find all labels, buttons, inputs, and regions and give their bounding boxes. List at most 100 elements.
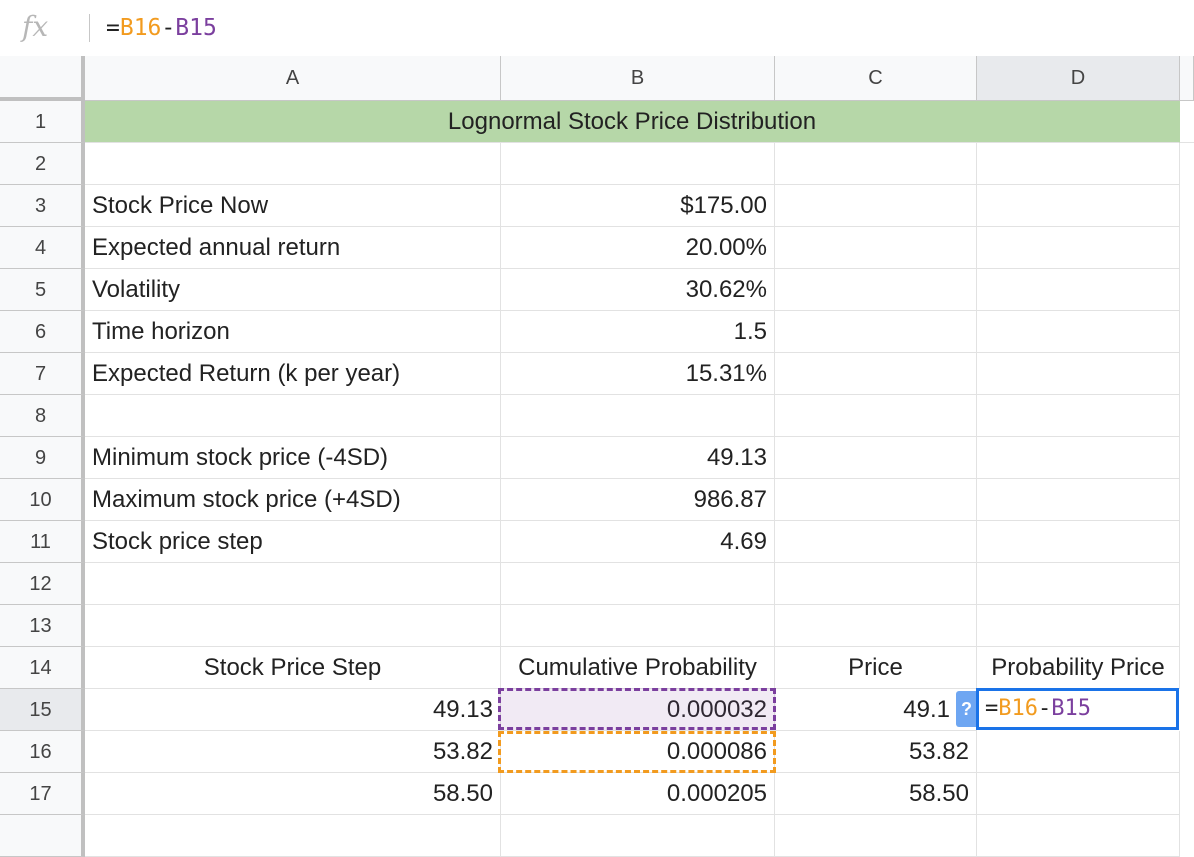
cell-c17[interactable]: 58.50 bbox=[775, 773, 977, 815]
row-header-9[interactable]: 9 bbox=[0, 437, 85, 479]
cell-a3[interactable]: Stock Price Now bbox=[85, 185, 501, 227]
formula-operator: - bbox=[161, 15, 176, 41]
header-cumulative-probability[interactable]: Cumulative Probability bbox=[501, 647, 775, 689]
cell-a8[interactable] bbox=[85, 395, 501, 437]
row-header-11[interactable]: 11 bbox=[0, 521, 85, 563]
cell-a4[interactable]: Expected annual return bbox=[85, 227, 501, 269]
cell-e1[interactable] bbox=[1180, 101, 1194, 143]
row-header-7[interactable]: 7 bbox=[0, 353, 85, 395]
cell-c12[interactable] bbox=[775, 563, 977, 605]
title-cell[interactable]: Lognormal Stock Price Distribution bbox=[85, 101, 1180, 143]
row-header-6[interactable]: 6 bbox=[0, 311, 85, 353]
editor-operator: - bbox=[1038, 696, 1052, 721]
cell-b8[interactable] bbox=[501, 395, 775, 437]
cell-a13[interactable] bbox=[85, 605, 501, 647]
cell-b18[interactable] bbox=[501, 815, 775, 857]
cell-b6[interactable]: 1.5 bbox=[501, 311, 775, 353]
cell-d6[interactable] bbox=[977, 311, 1180, 353]
cell-b11[interactable]: 4.69 bbox=[501, 521, 775, 563]
cell-b2[interactable] bbox=[501, 143, 775, 185]
cell-d9[interactable] bbox=[977, 437, 1180, 479]
cell-c2[interactable] bbox=[775, 143, 977, 185]
active-cell-editor-d15[interactable]: =B16-B15 bbox=[976, 688, 1179, 730]
row-header-18[interactable] bbox=[0, 815, 85, 857]
column-header-e[interactable] bbox=[1180, 56, 1194, 101]
cell-c13[interactable] bbox=[775, 605, 977, 647]
cell-a16[interactable]: 53.82 bbox=[85, 731, 501, 773]
cell-a10[interactable]: Maximum stock price (+4SD) bbox=[85, 479, 501, 521]
cell-d17[interactable] bbox=[977, 773, 1180, 815]
cell-d11[interactable] bbox=[977, 521, 1180, 563]
cell-a12[interactable] bbox=[85, 563, 501, 605]
header-price[interactable]: Price bbox=[775, 647, 977, 689]
cell-b9[interactable]: 49.13 bbox=[501, 437, 775, 479]
cell-c15[interactable]: 49.1 bbox=[775, 689, 977, 731]
header-stock-price-step[interactable]: Stock Price Step bbox=[85, 647, 501, 689]
editor-ref-b15: B15 bbox=[1051, 696, 1091, 721]
cell-d12[interactable] bbox=[977, 563, 1180, 605]
cell-a18[interactable] bbox=[85, 815, 501, 857]
cell-b12[interactable] bbox=[501, 563, 775, 605]
row-header-5[interactable]: 5 bbox=[0, 269, 85, 311]
cell-d16[interactable] bbox=[977, 731, 1180, 773]
cell-a11[interactable]: Stock price step bbox=[85, 521, 501, 563]
cell-b17[interactable]: 0.000205 bbox=[501, 773, 775, 815]
cell-d18[interactable] bbox=[977, 815, 1180, 857]
cell-c9[interactable] bbox=[775, 437, 977, 479]
cell-d13[interactable] bbox=[977, 605, 1180, 647]
cell-d7[interactable] bbox=[977, 353, 1180, 395]
cell-a9[interactable]: Minimum stock price (-4SD) bbox=[85, 437, 501, 479]
row-header-15[interactable]: 15 bbox=[0, 689, 85, 731]
cell-b13[interactable] bbox=[501, 605, 775, 647]
row-header-12[interactable]: 12 bbox=[0, 563, 85, 605]
row-header-1[interactable]: 1 bbox=[0, 101, 85, 143]
row-header-4[interactable]: 4 bbox=[0, 227, 85, 269]
cell-c18[interactable] bbox=[775, 815, 977, 857]
formula-input[interactable]: =B16-B15 bbox=[106, 15, 217, 41]
cell-a17[interactable]: 58.50 bbox=[85, 773, 501, 815]
cell-b7[interactable]: 15.31% bbox=[501, 353, 775, 395]
formula-bar-divider bbox=[89, 14, 90, 42]
row-header-10[interactable]: 10 bbox=[0, 479, 85, 521]
cell-c16[interactable]: 53.82 bbox=[775, 731, 977, 773]
column-header-b[interactable]: B bbox=[501, 56, 775, 101]
cell-d5[interactable] bbox=[977, 269, 1180, 311]
row-header-2[interactable]: 2 bbox=[0, 143, 85, 185]
cell-c10[interactable] bbox=[775, 479, 977, 521]
formula-help-icon[interactable]: ? bbox=[956, 691, 977, 727]
row-header-14[interactable]: 14 bbox=[0, 647, 85, 689]
cell-d8[interactable] bbox=[977, 395, 1180, 437]
cell-c4[interactable] bbox=[775, 227, 977, 269]
cell-b5[interactable]: 30.62% bbox=[501, 269, 775, 311]
cell-a6[interactable]: Time horizon bbox=[85, 311, 501, 353]
cell-d10[interactable] bbox=[977, 479, 1180, 521]
cell-c6[interactable] bbox=[775, 311, 977, 353]
cell-a5[interactable]: Volatility bbox=[85, 269, 501, 311]
cell-d3[interactable] bbox=[977, 185, 1180, 227]
row-header-3[interactable]: 3 bbox=[0, 185, 85, 227]
select-all-corner[interactable] bbox=[0, 56, 85, 101]
cell-c3[interactable] bbox=[775, 185, 977, 227]
cell-b3[interactable]: $175.00 bbox=[501, 185, 775, 227]
row-header-13[interactable]: 13 bbox=[0, 605, 85, 647]
header-probability-price[interactable]: Probability Price bbox=[977, 647, 1180, 689]
cell-a7[interactable]: Expected Return (k per year) bbox=[85, 353, 501, 395]
cell-b4[interactable]: 20.00% bbox=[501, 227, 775, 269]
cell-d4[interactable] bbox=[977, 227, 1180, 269]
cell-c8[interactable] bbox=[775, 395, 977, 437]
cell-a15[interactable]: 49.13 bbox=[85, 689, 501, 731]
cell-c5[interactable] bbox=[775, 269, 977, 311]
row-header-16[interactable]: 16 bbox=[0, 731, 85, 773]
formula-ref-b15: B15 bbox=[175, 15, 217, 41]
cell-c11[interactable] bbox=[775, 521, 977, 563]
row-header-17[interactable]: 17 bbox=[0, 773, 85, 815]
column-header-c[interactable]: C bbox=[775, 56, 977, 101]
cell-a2[interactable] bbox=[85, 143, 501, 185]
cell-c7[interactable] bbox=[775, 353, 977, 395]
cell-d2[interactable] bbox=[977, 143, 1180, 185]
column-header-a[interactable]: A bbox=[85, 56, 501, 101]
editor-eq: = bbox=[985, 696, 999, 721]
cell-b10[interactable]: 986.87 bbox=[501, 479, 775, 521]
column-header-d[interactable]: D bbox=[977, 56, 1180, 101]
row-header-8[interactable]: 8 bbox=[0, 395, 85, 437]
